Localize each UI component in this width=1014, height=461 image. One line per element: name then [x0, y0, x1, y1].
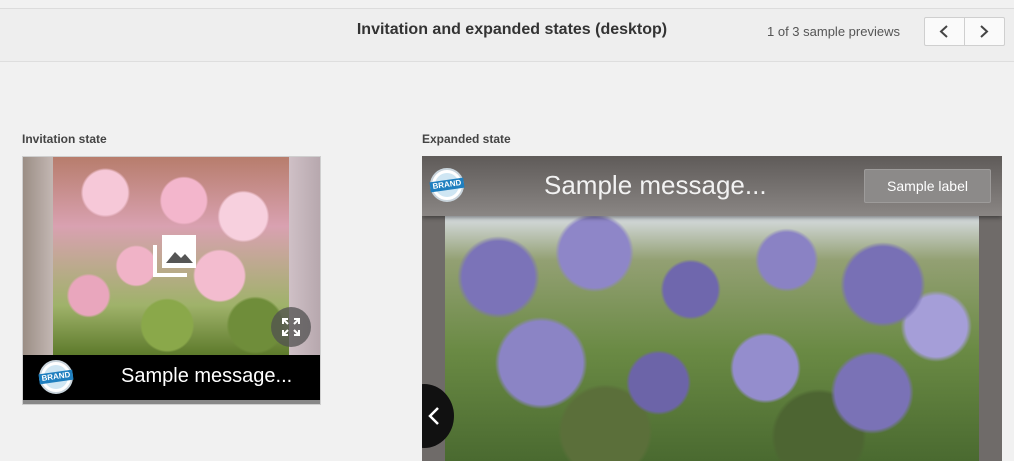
- chevron-left-icon: [428, 407, 439, 425]
- expanded-card: BRAND Sample message... Sample label: [422, 156, 1002, 461]
- invitation-card[interactable]: BRAND Sample message...: [22, 156, 321, 405]
- brand-logo: BRAND: [38, 360, 74, 394]
- expanded-state-label: Expanded state: [422, 132, 511, 146]
- invitation-message-bar: BRAND Sample message...: [23, 355, 320, 400]
- preview-counter: 1 of 3 sample previews: [767, 24, 900, 39]
- chevron-right-icon: [980, 25, 989, 38]
- previous-preview-button[interactable]: [924, 17, 965, 46]
- image-icon: [153, 235, 196, 277]
- brand-logo: BRAND: [429, 168, 465, 202]
- wisteria-image: [445, 216, 979, 461]
- chevron-left-icon: [939, 25, 948, 38]
- sample-label-button[interactable]: Sample label: [864, 169, 991, 203]
- expanded-message: Sample message...: [544, 170, 767, 200]
- expand-button[interactable]: [271, 307, 311, 347]
- invitation-bottom-strip: [23, 400, 320, 404]
- invitation-message: Sample message...: [121, 365, 293, 387]
- preview-header: Invitation and expanded states (desktop)…: [0, 9, 1014, 62]
- expand-icon: [282, 318, 300, 336]
- invitation-state-label: Invitation state: [22, 132, 107, 146]
- expanded-header: BRAND Sample message... Sample label: [422, 156, 1002, 216]
- blurred-edge-left: [23, 157, 53, 355]
- next-preview-button[interactable]: [964, 17, 1005, 46]
